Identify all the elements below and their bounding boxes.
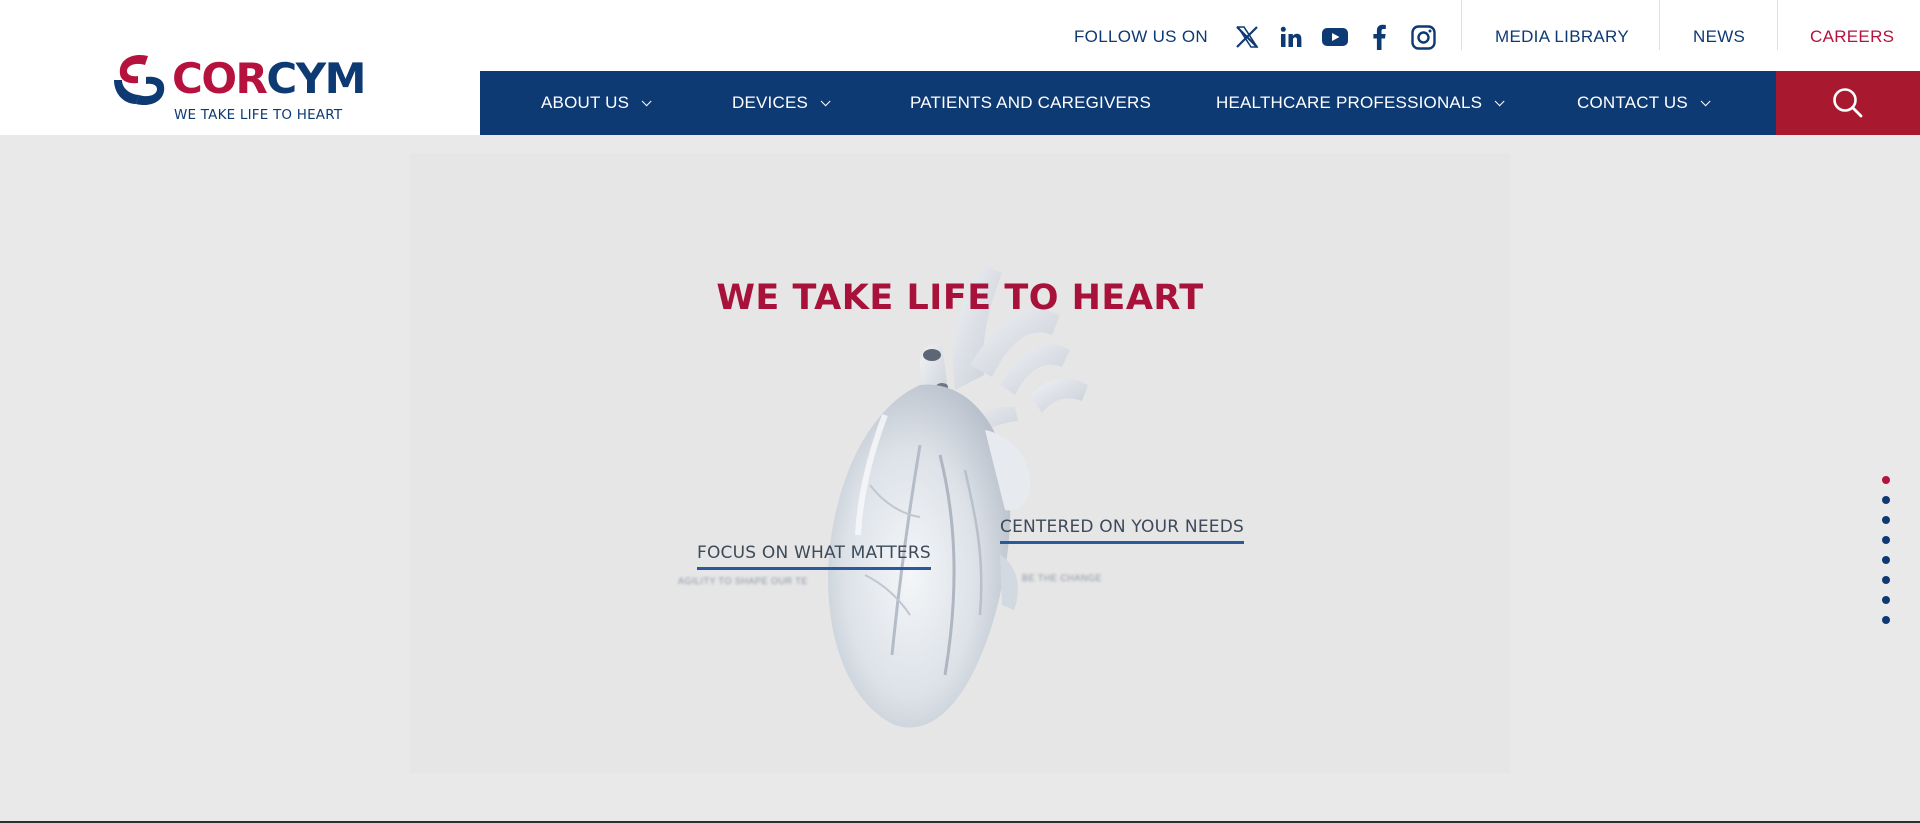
- nav-item-contact-us[interactable]: CONTACT US: [1577, 71, 1711, 135]
- main-navigation: ABOUT US DEVICES PATIENTS AND CAREGIVERS…: [480, 71, 1777, 135]
- careers-link[interactable]: CAREERS: [1810, 27, 1894, 47]
- search-button[interactable]: [1776, 71, 1920, 135]
- slide-dot[interactable]: [1882, 476, 1890, 484]
- chevron-down-icon: [641, 95, 652, 106]
- news-link[interactable]: NEWS: [1693, 27, 1745, 47]
- facebook-icon[interactable]: [1364, 22, 1394, 52]
- focus-on-what-matters-link[interactable]: FOCUS ON WHAT MATTERS: [697, 543, 931, 570]
- nav-item-about-us[interactable]: ABOUT US: [541, 71, 652, 135]
- corcym-logo-mark-icon: [114, 54, 165, 106]
- slide-dot[interactable]: [1882, 556, 1890, 564]
- corcym-logo[interactable]: CORCYM WE TAKE LIFE TO HEART: [112, 50, 366, 124]
- nav-item-healthcare-professionals[interactable]: HEALTHCARE PROFESSIONALS: [1216, 71, 1505, 135]
- nav-item-patients-and-caregivers[interactable]: PATIENTS AND CAREGIVERS: [910, 71, 1151, 135]
- linkedin-icon[interactable]: [1276, 22, 1306, 52]
- nav-item-label: DEVICES: [732, 93, 809, 112]
- media-library-link[interactable]: MEDIA LIBRARY: [1495, 27, 1629, 47]
- site-header: CORCYM WE TAKE LIFE TO HEART FOLLOW US O…: [0, 0, 1920, 135]
- follow-us-label: FOLLOW US ON: [1074, 27, 1208, 46]
- slide-dot[interactable]: [1882, 576, 1890, 584]
- divider: [1777, 0, 1778, 50]
- slide-dot[interactable]: [1882, 596, 1890, 604]
- chevron-down-icon: [820, 95, 831, 106]
- slide-dot[interactable]: [1882, 536, 1890, 544]
- slide-dot[interactable]: [1882, 616, 1890, 624]
- nav-item-label: PATIENTS AND CAREGIVERS: [910, 93, 1152, 112]
- search-icon: [1833, 88, 1863, 118]
- instagram-icon[interactable]: [1408, 22, 1438, 52]
- nav-item-devices[interactable]: DEVICES: [732, 71, 831, 135]
- nav-item-label: CONTACT US: [1577, 93, 1688, 112]
- slide-dot[interactable]: [1882, 496, 1890, 504]
- chevron-down-icon: [1700, 95, 1711, 106]
- divider: [1461, 0, 1462, 50]
- youtube-icon[interactable]: [1320, 22, 1350, 52]
- chevron-down-icon: [1494, 95, 1505, 106]
- logo-tagline: WE TAKE LIFE TO HEART: [174, 107, 343, 123]
- hero-link-subtext: BE THE CHANGE: [1022, 573, 1102, 583]
- logo-wordmark: CORCYM: [172, 54, 366, 103]
- heart-image: [828, 265, 1088, 728]
- hero-link-subtext: AGILITY TO SHAPE OUR TE: [678, 576, 808, 586]
- hero-title: WE TAKE LIFE TO HEART: [716, 278, 1204, 318]
- divider: [1659, 0, 1660, 50]
- nav-item-label: ABOUT US: [541, 93, 630, 112]
- centered-on-your-needs-link[interactable]: CENTERED ON YOUR NEEDS: [1000, 517, 1244, 544]
- x-icon[interactable]: [1232, 22, 1262, 52]
- nav-item-label: HEALTHCARE PROFESSIONALS: [1216, 93, 1483, 112]
- slide-dot[interactable]: [1882, 516, 1890, 524]
